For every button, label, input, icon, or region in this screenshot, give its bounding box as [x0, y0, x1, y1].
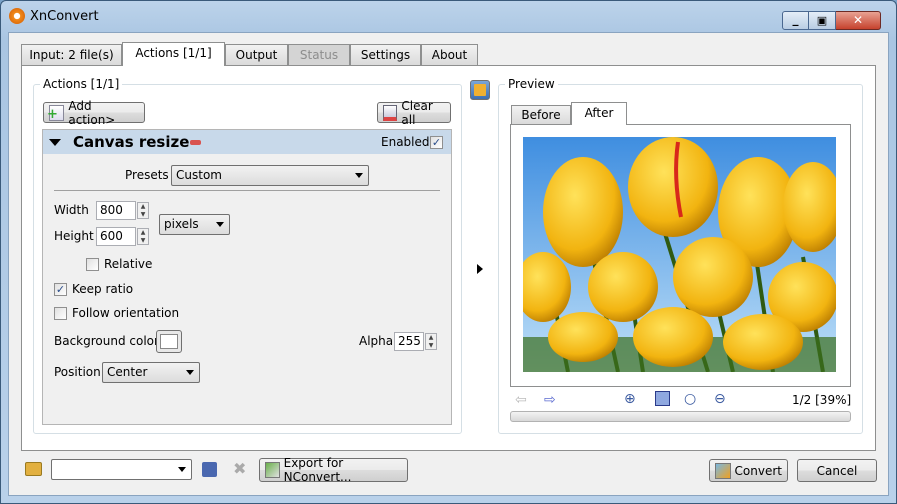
fit-to-window-icon[interactable] [655, 391, 670, 406]
zoom-out-icon[interactable]: ⊖ [714, 391, 726, 407]
export-icon [265, 462, 280, 478]
export-nconvert-button[interactable]: Export for NConvert... [259, 456, 408, 484]
unit-select[interactable]: pixels [159, 214, 230, 235]
alpha-label: Alpha [359, 334, 394, 348]
add-action-button[interactable]: + Add action> [43, 99, 145, 127]
tab-about[interactable]: About [421, 44, 478, 66]
enabled-label: Enabled [381, 135, 430, 149]
follow-orientation-checkbox[interactable] [54, 307, 67, 320]
tab-settings[interactable]: Settings [350, 44, 421, 66]
presets-select[interactable]: Custom [171, 165, 369, 186]
tab-status: Status [288, 44, 350, 66]
app-logo-icon [9, 8, 25, 24]
expand-arrow-icon[interactable] [477, 264, 483, 274]
width-input[interactable]: 800 [96, 201, 136, 220]
preview-image [523, 137, 836, 372]
keep-ratio-label: Keep ratio [72, 282, 134, 296]
divider [54, 190, 440, 191]
clear-all-button[interactable]: Clear all [377, 99, 451, 127]
alpha-spinner[interactable]: ▲ ▼ [425, 333, 437, 350]
height-label: Height [54, 229, 94, 243]
page-info: 1/2 [39%] [792, 393, 852, 407]
width-label: Width [54, 203, 89, 217]
add-icon: + [47, 104, 65, 121]
tab-input[interactable]: Input: 2 file(s) [21, 44, 122, 66]
actions-group-label: Actions [1/1] [40, 77, 123, 91]
open-folder-icon[interactable] [25, 462, 42, 476]
tab-output[interactable]: Output [225, 44, 288, 66]
tab-after[interactable]: After [571, 102, 627, 125]
presets-label: Presets [125, 168, 169, 182]
background-color-label: Background color [54, 334, 159, 348]
enabled-checkbox[interactable]: ✓ [430, 136, 443, 149]
relative-checkbox[interactable] [86, 258, 99, 271]
relative-label: Relative [104, 257, 153, 271]
previous-arrow-icon[interactable]: ⇦ [515, 392, 527, 408]
action-title: Canvas resize [73, 133, 190, 151]
remove-action-icon[interactable] [190, 140, 201, 145]
width-spinner[interactable]: ▲ ▼ [137, 202, 149, 219]
clear-icon [383, 104, 398, 121]
next-arrow-icon[interactable]: ⇨ [544, 392, 556, 408]
delete-icon: ✖ [233, 459, 247, 478]
cancel-button[interactable]: Cancel [797, 459, 877, 482]
convert-button[interactable]: Convert [709, 459, 788, 482]
window-controls: _ ▣ ✕ [782, 11, 881, 30]
zoom-in-icon[interactable]: ⊕ [624, 391, 636, 407]
window-title: XnConvert [30, 9, 99, 24]
keep-ratio-checkbox[interactable]: ✓ [54, 283, 67, 296]
save-icon[interactable] [202, 462, 217, 477]
tab-actions[interactable]: Actions [1/1] [122, 42, 225, 66]
zoom-actual-icon[interactable]: ○ [684, 391, 696, 407]
preset-select[interactable] [51, 459, 192, 480]
follow-orientation-label: Follow orientation [72, 306, 180, 320]
preview-progress-bar [510, 411, 851, 422]
position-label: Position [54, 365, 101, 379]
convert-icon [715, 462, 731, 479]
background-color-button[interactable] [156, 330, 182, 353]
preview-group-label: Preview [505, 77, 558, 91]
minimize-button[interactable]: _ [782, 11, 809, 30]
tab-before[interactable]: Before [511, 105, 571, 125]
collapse-arrow-icon[interactable] [49, 139, 61, 146]
maximize-button[interactable]: ▣ [809, 11, 836, 30]
toggle-preview-button[interactable] [470, 80, 490, 100]
position-select[interactable]: Center [102, 362, 200, 383]
close-button[interactable]: ✕ [836, 11, 881, 30]
alpha-input[interactable]: 255 [394, 332, 424, 351]
height-spinner[interactable]: ▲ ▼ [137, 228, 149, 245]
height-input[interactable]: 600 [96, 227, 136, 246]
